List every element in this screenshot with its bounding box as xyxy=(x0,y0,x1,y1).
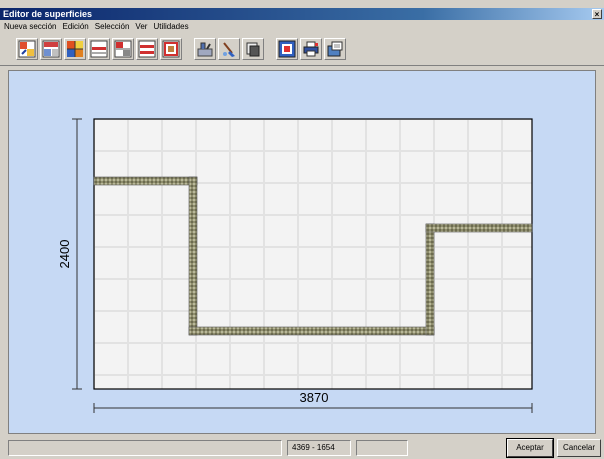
width-dimension-label: 3870 xyxy=(300,390,329,405)
height-dimension-line xyxy=(72,118,82,390)
tile-layout-button-3[interactable] xyxy=(88,38,110,60)
drawing-canvas[interactable]: 2400 3870 xyxy=(8,70,596,434)
tile-layout-button-2[interactable] xyxy=(40,38,62,60)
status-extra-field xyxy=(356,440,408,456)
tile-layout-button-5[interactable] xyxy=(136,38,158,60)
menu-bar: Nueva sección Edición Selección Ver Util… xyxy=(0,21,604,33)
cancel-button[interactable]: Cancelar xyxy=(557,439,601,457)
height-dimension-label: 2400 xyxy=(57,240,72,269)
tile-layout-icon-4 xyxy=(114,40,132,58)
print-button[interactable] xyxy=(300,38,322,60)
tile-grid-icon xyxy=(67,41,83,57)
tile-grid-button[interactable] xyxy=(64,38,86,60)
toolbar xyxy=(0,36,604,66)
accept-button[interactable]: Aceptar xyxy=(506,438,554,458)
status-bar: 4369 - 1654 Aceptar Cancelar xyxy=(0,437,604,459)
close-icon[interactable]: × xyxy=(592,9,602,19)
tile-layout-icon-5 xyxy=(138,40,156,58)
tile-layout-icon-6 xyxy=(162,40,180,58)
menu-nueva-seccion[interactable]: Nueva sección xyxy=(4,21,56,33)
tile-layout-button-1[interactable] xyxy=(16,38,38,60)
export-icon xyxy=(327,41,343,57)
tiled-surface xyxy=(93,118,533,390)
surface-button[interactable] xyxy=(276,38,298,60)
menu-seleccion[interactable]: Selección xyxy=(95,21,130,33)
tile-layout-button-6[interactable] xyxy=(160,38,182,60)
copy-button[interactable] xyxy=(242,38,264,60)
tile-layout-icon-2 xyxy=(42,40,60,58)
tools-button[interactable] xyxy=(194,38,216,60)
export-button[interactable] xyxy=(324,38,346,60)
surface-editor-window: Editor de superficies × Nueva sección Ed… xyxy=(0,0,604,459)
status-message-field xyxy=(8,440,282,456)
title-bar: Editor de superficies × xyxy=(0,8,604,20)
menu-edicion[interactable]: Edición xyxy=(62,21,88,33)
tile-layout-icon-1 xyxy=(18,40,36,58)
window-title: Editor de superficies xyxy=(3,9,93,19)
coordinates-field: 4369 - 1654 xyxy=(287,440,351,456)
tools-icon xyxy=(197,42,213,57)
menu-utilidades[interactable]: Utilidades xyxy=(153,21,188,33)
cleaning-icon xyxy=(223,42,235,57)
surface-icon xyxy=(278,40,296,58)
tile-layout-icon-3 xyxy=(90,40,108,58)
surface-plan: 2400 3870 xyxy=(57,118,533,413)
print-icon xyxy=(303,41,319,57)
tile-layout-button-4[interactable] xyxy=(112,38,134,60)
menu-ver[interactable]: Ver xyxy=(135,21,147,33)
cleaning-button[interactable] xyxy=(218,38,240,60)
copy-icon xyxy=(246,42,260,57)
